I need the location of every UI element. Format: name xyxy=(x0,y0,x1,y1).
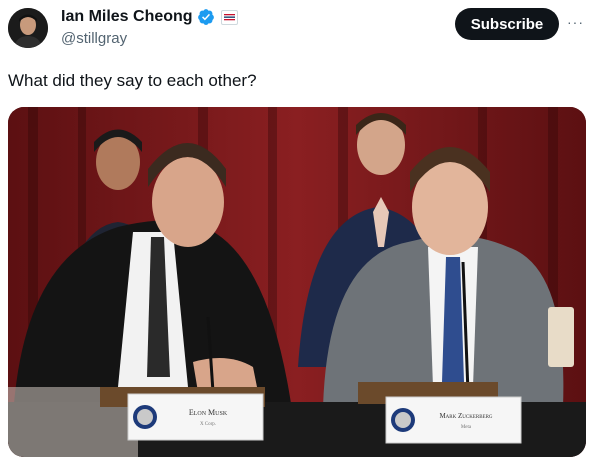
placard-left-name: Elon Musk xyxy=(189,408,228,417)
subscribe-button[interactable]: Subscribe xyxy=(455,8,559,40)
tweet-photo[interactable]: Elon Musk X Corp. Mark Zuckerberg Meta xyxy=(8,107,586,457)
verified-badge-icon xyxy=(197,9,214,25)
avatar[interactable] xyxy=(8,8,48,48)
avatar-image xyxy=(8,8,48,48)
placard-right-sub: Meta xyxy=(461,425,472,430)
placard-left xyxy=(127,393,264,441)
photo-scene: Elon Musk X Corp. Mark Zuckerberg Meta xyxy=(8,107,586,457)
tweet-text: What did they say to each other? xyxy=(8,71,257,90)
author-handle[interactable]: @stillgray xyxy=(61,30,127,47)
coffee-cup xyxy=(548,307,574,367)
author-name[interactable]: Ian Miles Cheong xyxy=(61,8,193,26)
placard-left-sub: X Corp. xyxy=(200,422,216,427)
more-options-icon[interactable]: ··· xyxy=(567,14,584,30)
author-row: Ian Miles Cheong xyxy=(61,8,238,26)
placard-right-name: Mark Zuckerberg xyxy=(439,412,492,420)
placard-right xyxy=(385,396,522,444)
affiliation-flag-icon[interactable] xyxy=(220,9,238,25)
